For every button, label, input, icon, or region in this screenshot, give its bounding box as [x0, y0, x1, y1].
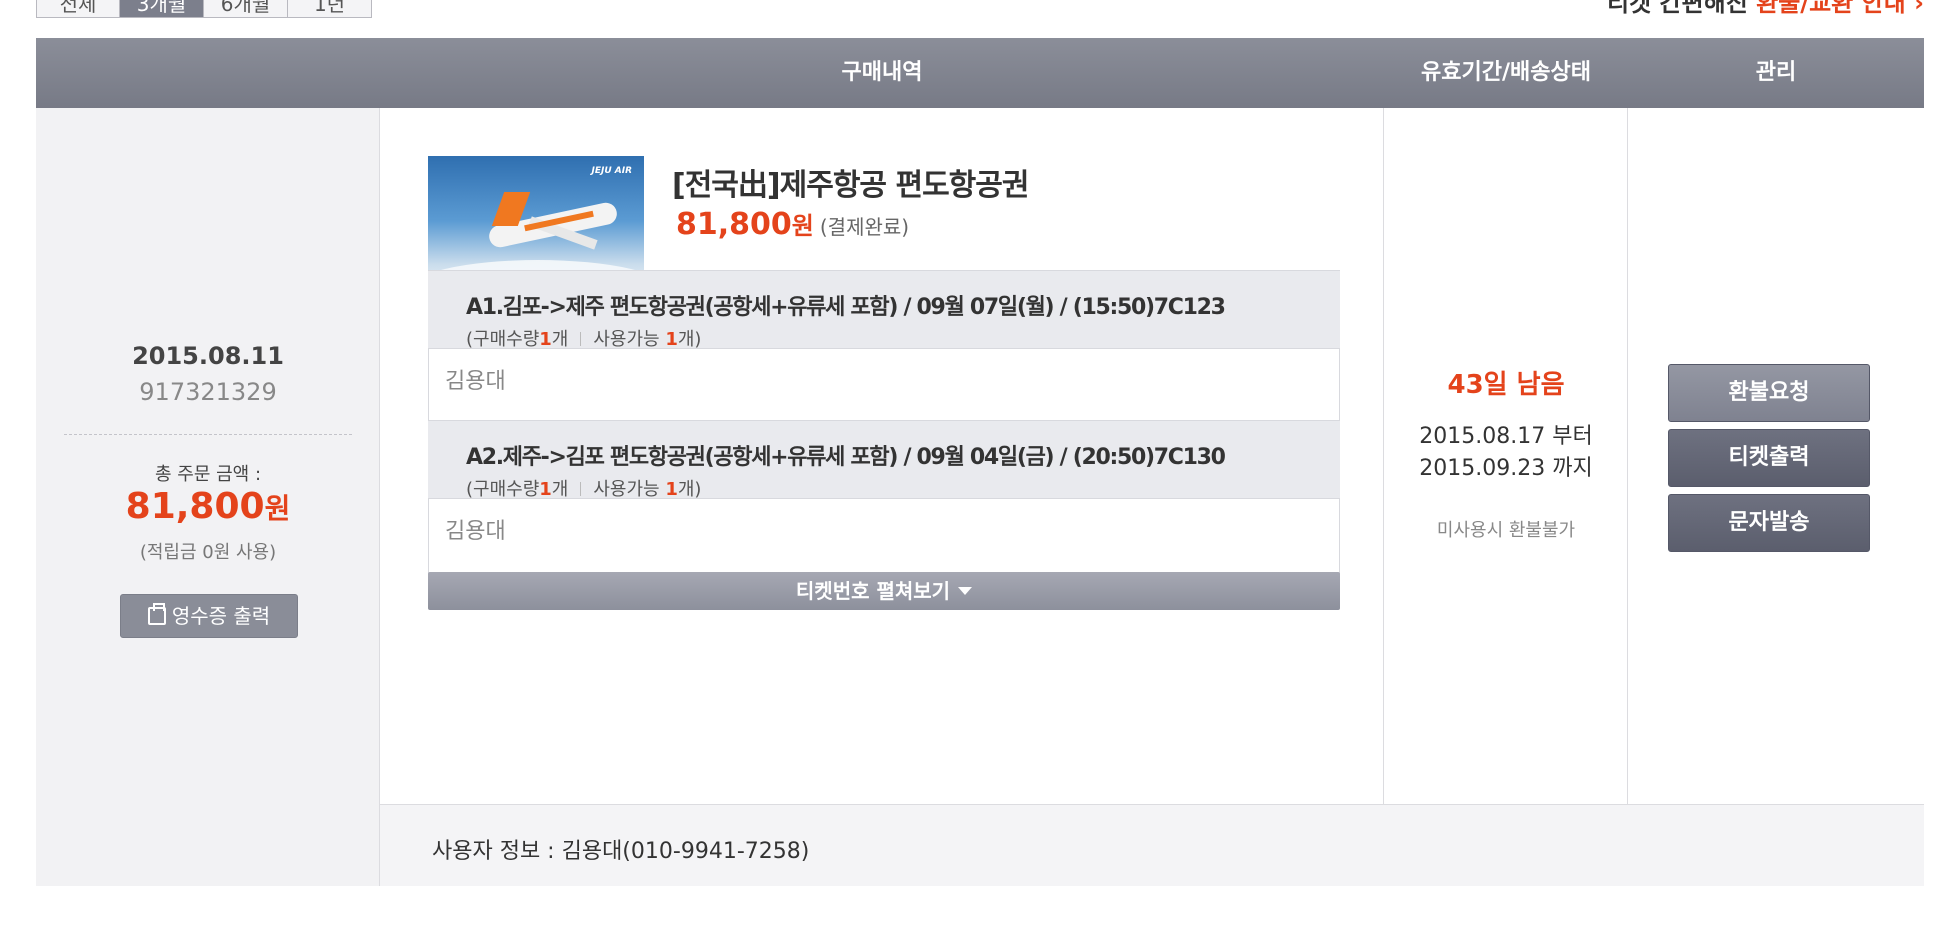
- valid-to: 2015.09.23 까지: [1419, 456, 1593, 481]
- refund-request-button[interactable]: 환불요청: [1668, 364, 1870, 422]
- purchase-details: JEJU AIR [전국出]제주항공 편도항공권 81,800원 (결제완료) A…: [380, 108, 1384, 804]
- qty-separator: [580, 332, 582, 346]
- product-price-value: 81,800: [676, 207, 792, 242]
- points-used: (적립금 0원 사용): [139, 542, 277, 563]
- print-receipt-button[interactable]: 영수증 출력: [120, 594, 298, 638]
- header-purchase: 구매내역: [841, 60, 923, 85]
- manage-actions: 환불요청 티켓출력 문자발송: [1628, 108, 1924, 804]
- tab-6-months[interactable]: 6개월: [204, 0, 288, 18]
- passenger-name: 김용대: [445, 369, 506, 394]
- total-label: 총 주문 금액 :: [154, 464, 262, 485]
- send-sms-button[interactable]: 문자발송: [1668, 494, 1870, 552]
- refund-guide-highlight: 환불/교환 안내 ›: [1756, 0, 1924, 14]
- order-date: 2015.08.11: [132, 342, 284, 370]
- expand-ticket-numbers-label: 티켓번호 펼쳐보기: [795, 579, 951, 603]
- total-amount-currency: 원: [264, 492, 291, 525]
- days-remaining: 43일 남음: [1447, 370, 1565, 400]
- tab-1-year[interactable]: 1년: [288, 0, 372, 18]
- user-info: 사용자 정보 : 김용대(010-9941-7258): [432, 839, 810, 864]
- tab-3-months[interactable]: 3개월: [120, 0, 204, 18]
- total-amount: 81,800원: [36, 486, 380, 527]
- product-price-currency: 원: [791, 212, 814, 240]
- total-amount-value: 81,800: [125, 486, 265, 527]
- print-ticket-button[interactable]: 티켓출력: [1668, 429, 1870, 487]
- segment-title: A1.김포->제주 편도항공권(공항세+유류세 포함) / 09월 07일(월)…: [466, 295, 1226, 320]
- printer-icon: [147, 603, 166, 625]
- order-number: 917321329: [139, 378, 277, 406]
- print-receipt-label: 영수증 출력: [171, 604, 271, 628]
- period-filter-tabs: 전체 3개월 6개월 1년: [36, 0, 372, 18]
- expand-ticket-numbers-button[interactable]: 티켓번호 펼쳐보기: [428, 572, 1340, 610]
- product-price: 81,800원 (결제완료): [676, 206, 909, 242]
- payment-status: (결제완료): [819, 215, 910, 239]
- header-manage: 관리: [1755, 60, 1797, 85]
- order-history-page: 전체 3개월 6개월 1년 티켓 간편해진 환불/교환 안내 › 구매내역 유효…: [0, 0, 1954, 930]
- refund-policy: 미사용시 환불불가: [1436, 520, 1576, 541]
- order-summary: 2015.08.11 917321329 총 주문 금액 : 81,800원 (…: [36, 108, 380, 886]
- qty-separator: [580, 482, 582, 496]
- segment-title: A2.제주->김포 편도항공권(공항세+유류세 포함) / 09월 04일(금)…: [466, 445, 1226, 470]
- caret-down-icon: [958, 587, 973, 595]
- refund-guide-link[interactable]: 티켓 간편해진 환불/교환 안내 ›: [1607, 0, 1924, 14]
- user-info-row: 사용자 정보 : 김용대(010-9941-7258): [380, 804, 1924, 886]
- refund-guide-prefix: 티켓 간편해진: [1606, 0, 1757, 14]
- available-qty: 1: [665, 479, 678, 500]
- passenger-name: 김용대: [445, 519, 506, 544]
- purchase-qty: 1: [539, 329, 552, 350]
- available-qty: 1: [665, 329, 678, 350]
- validity-status: 43일 남음 2015.08.17 부터 2015.09.23 까지 미사용시 …: [1384, 108, 1628, 804]
- order-row: 2015.08.11 917321329 총 주문 금액 : 81,800원 (…: [36, 108, 1924, 886]
- thumb-brand-logo: JEJU AIR: [591, 166, 632, 176]
- tab-all[interactable]: 전체: [36, 0, 120, 18]
- divider: [64, 434, 352, 435]
- header-validity: 유효기간/배송상태: [1421, 60, 1591, 85]
- product-title[interactable]: [전국出]제주항공 편도항공권: [672, 160, 1029, 204]
- table-header: 구매내역 유효기간/배송상태 관리: [36, 38, 1924, 108]
- purchase-qty: 1: [539, 479, 552, 500]
- valid-from: 2015.08.17 부터: [1419, 424, 1593, 449]
